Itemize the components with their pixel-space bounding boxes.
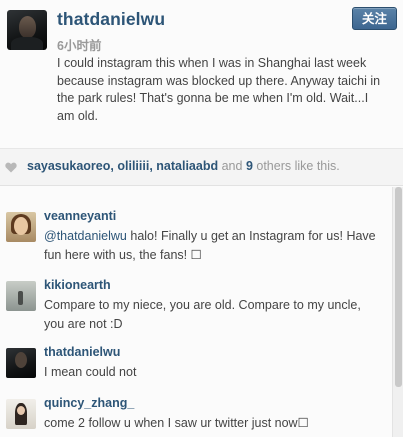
likes-bar: sayasukaoreo, oliliiii, nataliaabd and 9… — [0, 148, 403, 186]
commenter-username[interactable]: veanneyanti — [44, 209, 116, 223]
author-username[interactable]: thatdanielwu — [57, 9, 165, 30]
liker-link[interactable]: oliliiii — [117, 159, 149, 173]
comment-text: Compare to my niece, you are old. Compar… — [44, 298, 361, 331]
avatar-face — [14, 217, 28, 235]
comment-item: kikionearth Compare to my niece, you are… — [0, 278, 392, 334]
comment-text: come 2 follow u when I saw ur twitter ju… — [44, 416, 309, 430]
avatar-face — [15, 352, 27, 368]
likes-suffix: others like this. — [256, 159, 340, 173]
post-caption: I could instagram this when I was in Sha… — [57, 56, 381, 123]
liker-link[interactable]: sayasukaoreo — [27, 159, 110, 173]
scrollbar-thumb[interactable] — [395, 187, 402, 387]
comments-scrollbar[interactable] — [392, 187, 403, 437]
mention-link[interactable]: @thatdanielwu — [44, 229, 127, 243]
comment-text: @thatdanielwu halo! Finally u get an Ins… — [44, 227, 384, 264]
liker-link[interactable]: nataliaabd — [156, 159, 218, 173]
likes-count[interactable]: 9 — [246, 159, 253, 173]
comment-text: I mean could not — [44, 365, 137, 379]
avatar-face — [17, 406, 25, 415]
follow-button[interactable]: 关注 — [352, 7, 397, 30]
comments-list: veanneyanti @thatdanielwu halo! Finally … — [0, 187, 392, 437]
comment-item: quincy_zhang_ come 2 follow u when I saw… — [0, 396, 392, 436]
commenter-username[interactable]: thatdanielwu — [44, 345, 120, 359]
comment-item: thatdanielwu I mean could not — [0, 345, 392, 383]
author-avatar[interactable] — [7, 10, 47, 50]
commenter-username[interactable]: kikionearth — [44, 278, 111, 292]
commenter-username[interactable]: quincy_zhang_ — [44, 396, 134, 410]
heart-icon[interactable] — [5, 162, 17, 173]
liker-separator: , — [110, 159, 114, 173]
likes-and: and — [221, 159, 243, 173]
liker-separator: , — [149, 159, 153, 173]
avatar-face — [19, 16, 36, 38]
post-header: thatdanielwu 6小时前 关注 I could instagram t… — [0, 0, 403, 148]
commenter-avatar[interactable] — [6, 348, 36, 378]
comment-item: veanneyanti @thatdanielwu halo! Finally … — [0, 209, 392, 269]
post-time: 6小时前 — [57, 39, 102, 53]
commenter-avatar[interactable] — [6, 212, 36, 242]
avatar-body — [11, 37, 43, 50]
commenter-avatar[interactable] — [6, 399, 36, 429]
likes-summary: sayasukaoreo, oliliiii, nataliaabd and 9… — [27, 159, 340, 173]
commenter-avatar[interactable] — [6, 281, 36, 311]
avatar-figure — [18, 291, 23, 305]
